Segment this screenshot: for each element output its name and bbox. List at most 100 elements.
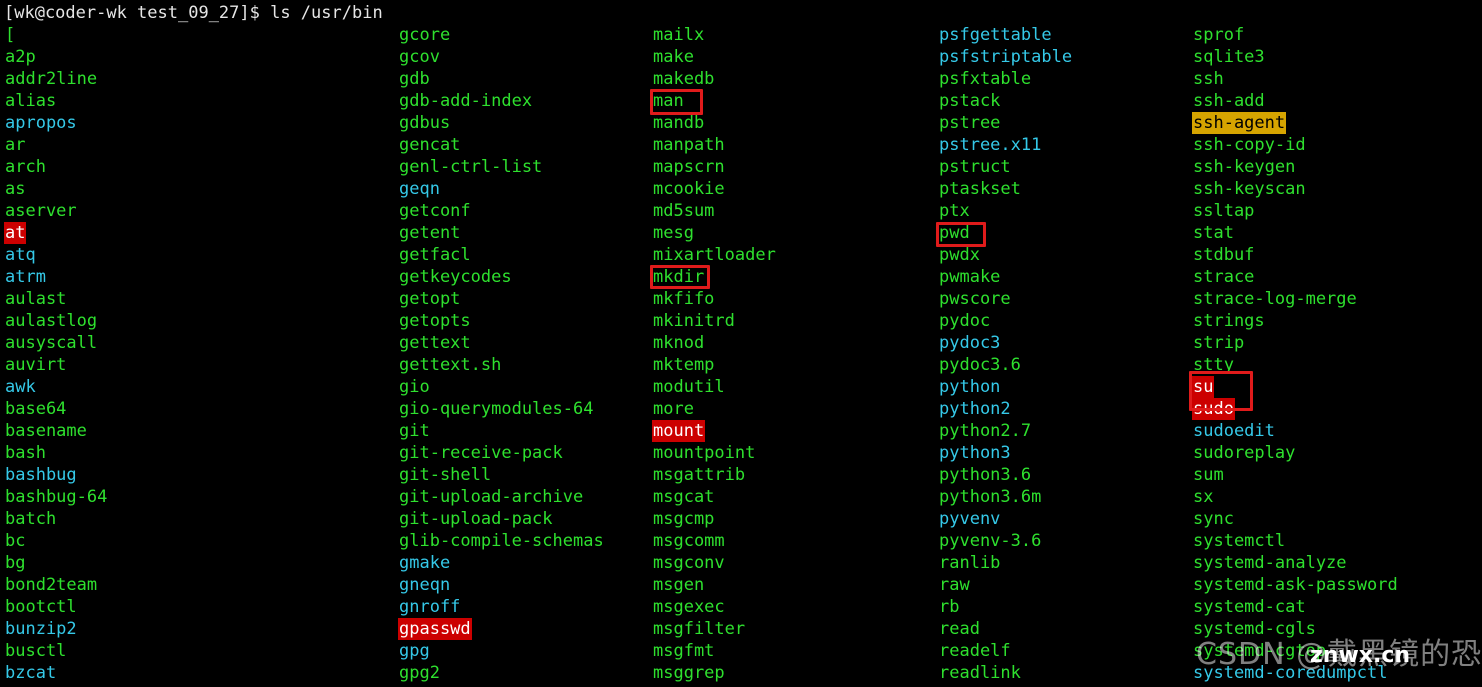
file-entry: gcov <box>398 46 638 68</box>
file-name: getkeycodes <box>399 267 512 287</box>
file-entry: mcookie <box>652 178 922 200</box>
file-entry: systemd-cgtop <box>1192 640 1477 662</box>
file-name: read <box>939 619 980 639</box>
file-entry: mktemp <box>652 354 922 376</box>
file-name: basename <box>5 421 87 441</box>
file-entry: mesg <box>652 222 922 244</box>
file-name: python <box>939 377 1001 397</box>
file-name: systemd-coredumpctl <box>1193 663 1388 683</box>
file-name: gnroff <box>399 597 461 617</box>
file-name: manpath <box>653 135 725 155</box>
file-name: bg <box>5 553 26 573</box>
file-name: psfxtable <box>939 69 1032 89</box>
file-name: mapscrn <box>653 157 725 177</box>
file-entry: auvirt <box>4 354 384 376</box>
file-name: mcookie <box>653 179 725 199</box>
file-entry: sudo <box>1192 398 1477 420</box>
file-name: pydoc <box>939 311 991 331</box>
file-name: mountpoint <box>653 443 756 463</box>
file-entry: batch <box>4 508 384 530</box>
file-name: mandb <box>653 113 705 133</box>
file-name: getconf <box>399 201 471 221</box>
file-name: pydoc3 <box>939 333 1001 353</box>
file-entry: as <box>4 178 384 200</box>
file-name: gettext <box>399 333 471 353</box>
file-entry: msggrep <box>652 662 922 684</box>
terminal-window: [wk@coder-wk test_09_27]$ ls /usr/bin [a… <box>0 0 1482 687</box>
file-name: git <box>399 421 430 441</box>
shell-prompt-line: [wk@coder-wk test_09_27]$ ls /usr/bin <box>4 3 383 23</box>
file-entry: msgconv <box>652 552 922 574</box>
file-entry: raw <box>938 574 1178 596</box>
file-name: geqn <box>399 179 440 199</box>
file-entry: sudoedit <box>1192 420 1477 442</box>
file-name: sx <box>1193 487 1214 507</box>
file-entry: make <box>652 46 922 68</box>
file-name: sync <box>1193 509 1234 529</box>
file-name: systemd-cat <box>1193 597 1306 617</box>
file-entry: gettext.sh <box>398 354 638 376</box>
file-entry: msgcmp <box>652 508 922 530</box>
file-name: git-upload-pack <box>399 509 553 529</box>
file-entry: ausyscall <box>4 332 384 354</box>
file-entry: getkeycodes <box>398 266 638 288</box>
file-entry: md5sum <box>652 200 922 222</box>
file-name: psfstriptable <box>939 47 1073 67</box>
file-entry: systemd-analyze <box>1192 552 1477 574</box>
file-name: awk <box>5 377 36 397</box>
file-name: gcov <box>399 47 440 67</box>
file-entry: getopt <box>398 288 638 310</box>
file-entry: systemd-cgls <box>1192 618 1477 640</box>
file-entry: bootctl <box>4 596 384 618</box>
file-entry: stat <box>1192 222 1477 244</box>
file-name: gencat <box>399 135 461 155</box>
file-name: mktemp <box>653 355 715 375</box>
file-entry: git-receive-pack <box>398 442 638 464</box>
file-name: mesg <box>653 223 694 243</box>
column-1: [a2p addr2line alias apropos ar arch as aserver… <box>4 24 384 684</box>
file-name: msgattrib <box>653 465 746 485</box>
file-entry: psfxtable <box>938 68 1178 90</box>
column-2: gcore gcov gdb gdb-add-index gdbus gencat genl… <box>398 24 638 684</box>
file-entry: gpg <box>398 640 638 662</box>
file-entry: python3.6m <box>938 486 1178 508</box>
file-entry: systemd-cat <box>1192 596 1477 618</box>
file-name: gpasswd <box>398 618 472 640</box>
file-name: pstack <box>939 91 1001 111</box>
file-name: pstruct <box>939 157 1011 177</box>
file-entry: pstruct <box>938 156 1178 178</box>
file-name: bzcat <box>5 663 57 683</box>
file-entry: gdbus <box>398 112 638 134</box>
file-entry: sprof <box>1192 24 1477 46</box>
file-name: msgfmt <box>653 641 715 661</box>
file-entry: gdb-add-index <box>398 90 638 112</box>
file-entry: bzcat <box>4 662 384 684</box>
file-entry: pwdx <box>938 244 1178 266</box>
file-name: mknod <box>653 333 705 353</box>
file-name: auvirt <box>5 355 67 375</box>
column-5: sprof sqlite3 ssh ssh-add ssh-agent ssh-copy-… <box>1192 24 1477 684</box>
file-name: make <box>653 47 694 67</box>
file-name: [ <box>5 25 16 45</box>
file-entry: awk <box>4 376 384 398</box>
file-name: bashbug <box>5 465 77 485</box>
file-entry: stdbuf <box>1192 244 1477 266</box>
file-name: python3.6m <box>939 487 1042 507</box>
file-entry: python <box>938 376 1178 398</box>
file-entry: psfstriptable <box>938 46 1178 68</box>
file-name: mixartloader <box>653 245 776 265</box>
file-entry: python2 <box>938 398 1178 420</box>
column-3: mailx make makedb man mandb manpath mapscrn mco… <box>652 24 922 684</box>
file-entry: mount <box>652 420 922 442</box>
file-name: gmake <box>399 553 451 573</box>
file-entry: gio-querymodules-64 <box>398 398 638 420</box>
file-name: aulastlog <box>5 311 98 331</box>
file-name: bootctl <box>5 597 77 617</box>
file-entry: strings <box>1192 310 1477 332</box>
file-name: sudoedit <box>1193 421 1275 441</box>
file-name: systemd-cgtop <box>1193 641 1327 661</box>
file-name: a2p <box>5 47 36 67</box>
file-entry: ssh-copy-id <box>1192 134 1477 156</box>
file-entry: mkinitrd <box>652 310 922 332</box>
file-entry: glib-compile-schemas <box>398 530 638 552</box>
